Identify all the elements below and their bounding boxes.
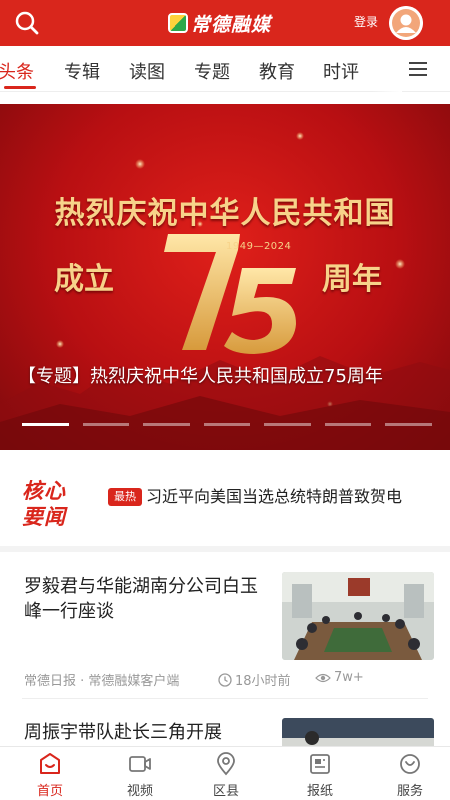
logo-mark-icon [168, 13, 188, 33]
logo-text: 常德融媒 [191, 13, 272, 36]
carousel-dot[interactable] [22, 423, 69, 426]
tab-headline[interactable]: 头条 [0, 58, 34, 84]
carousel-indicator [22, 423, 433, 427]
search-icon[interactable] [12, 8, 42, 38]
core-news-title: 核心 要闻 [22, 478, 82, 530]
bottom-nav: 首页 视频 区县 报纸 服务 [0, 746, 450, 800]
tab-special[interactable]: 专题 [194, 58, 230, 84]
hot-badge: 最热 [108, 488, 142, 506]
banner-headline-left: 成立 [54, 262, 114, 297]
top-header: 常德融媒 登录 [0, 0, 450, 46]
article-title[interactable]: 周振宇带队赴长三角开展 [24, 720, 274, 745]
tabs-fade [372, 46, 402, 92]
article-title[interactable]: 罗毅君与华能湖南分公司白玉峰一行座谈 [24, 574, 274, 624]
nav-newspaper-label: 报纸 [306, 784, 333, 799]
carousel-dot[interactable] [324, 423, 372, 426]
carousel-dot[interactable] [264, 423, 311, 426]
home-icon [40, 753, 60, 774]
tab-commentary[interactable]: 时评 [323, 58, 359, 84]
nav-home-label: 首页 [36, 784, 63, 799]
core-news-strip[interactable]: 核心 要闻 习近平向美国当选总统特朗普致贺电 最热 [0, 458, 450, 552]
article-thumbnail[interactable] [282, 572, 434, 660]
login-link[interactable]: 登录 [354, 13, 378, 30]
active-tab-indicator [4, 86, 36, 89]
banner-headline-right: 周年 [322, 262, 382, 297]
meeting-photo-image [282, 572, 434, 660]
nav-video-label: 视频 [126, 784, 153, 799]
article-source: 常德日报 · 常德融媒客户端 [24, 674, 180, 689]
nav-home[interactable]: 首页 [20, 751, 80, 799]
nav-newspaper[interactable]: 报纸 [290, 751, 350, 799]
nav-service[interactable]: 服务 [380, 751, 440, 799]
news-list-item[interactable]: 周振宇带队赴长三角开展 [0, 700, 450, 746]
carousel-dot[interactable] [203, 423, 251, 426]
app-logo: 常德融媒 [168, 9, 271, 37]
article-thumbnail[interactable] [282, 718, 434, 746]
banner-caption: 【专题】热烈庆祝中华人民共和国成立75周年 [18, 366, 383, 387]
article-time-text: 18小时前 [235, 674, 291, 689]
channel-menu-icon[interactable] [406, 58, 430, 80]
avatar[interactable] [389, 6, 423, 40]
list-divider [22, 698, 428, 699]
article-views-text: 7w+ [334, 670, 364, 685]
core-news-text[interactable]: 习近平向美国当选总统特朗普致贺电 [108, 484, 428, 510]
tab-pictures[interactable]: 读图 [129, 58, 165, 84]
carousel-dot[interactable] [385, 423, 433, 426]
nav-county-label: 区县 [212, 784, 239, 799]
service-icon [400, 754, 420, 774]
news-list-item[interactable]: 罗毅君与华能湖南分公司白玉峰一行座谈 常德日报 · 常德融媒客户端 18小时前 … [0, 558, 450, 696]
carousel-dot[interactable] [82, 423, 130, 426]
tab-album[interactable]: 专辑 [64, 58, 100, 84]
newspaper-icon [310, 754, 330, 774]
carousel-dot[interactable] [143, 423, 190, 426]
nav-video[interactable]: 视频 [110, 751, 170, 799]
core-news-title-line1: 核心 [22, 479, 66, 503]
article-time: 18小时前 [218, 670, 291, 689]
article-views: 7w+ [315, 670, 364, 685]
article-photo-image [282, 718, 434, 746]
featured-banner[interactable]: 热烈庆祝中华人民共和国 成立 1949—2024 周年 【专题】热烈庆祝中华人民… [0, 104, 450, 450]
nav-county[interactable]: 区县 [196, 751, 256, 799]
eye-icon [315, 673, 331, 682]
location-icon [217, 752, 235, 776]
video-icon [129, 756, 151, 772]
core-news-title-line2: 要闻 [22, 505, 66, 529]
channel-tabs: 头条 专辑 读图 专题 教育 时评 [0, 46, 450, 92]
banner-years: 1949—2024 [226, 241, 292, 252]
clock-icon [218, 672, 232, 687]
banner-headline-line1: 热烈庆祝中华人民共和国 [54, 196, 396, 231]
nav-service-label: 服务 [396, 784, 423, 799]
user-avatar-icon [389, 6, 423, 40]
tab-education[interactable]: 教育 [259, 58, 295, 84]
